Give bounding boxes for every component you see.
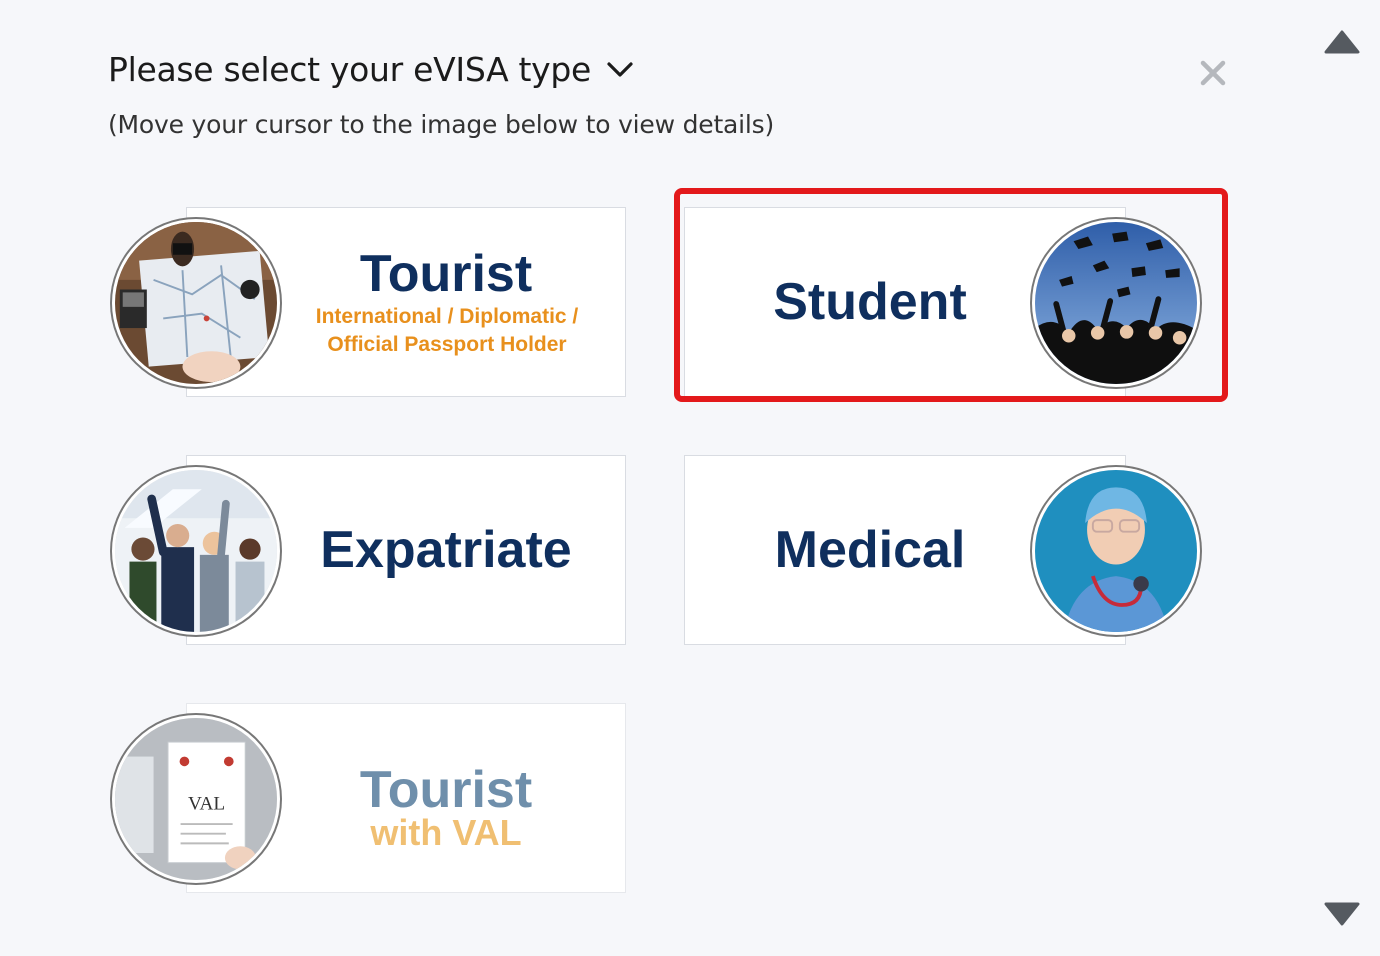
tourist-map-image[interactable] [112, 219, 280, 387]
visa-card-medical-label: Medical [774, 521, 966, 579]
close-icon[interactable] [1196, 56, 1230, 90]
medical-doctor-image[interactable] [1032, 467, 1200, 635]
evisa-type-modal: Please select your eVISA type (Move your… [0, 0, 1310, 956]
val-document-image[interactable]: VAL [112, 715, 280, 883]
chevron-down-icon[interactable] [603, 53, 637, 87]
visa-card-tourist-val-label: Tourist [359, 761, 533, 819]
visa-card-tourist-sublabel: International / Diplomatic / Official Pa… [315, 305, 579, 356]
modal-title[interactable]: Please select your eVISA type [108, 50, 637, 89]
student-graduation-image[interactable] [1032, 219, 1200, 387]
visa-card-tourist-val-sublabel: with VAL [370, 812, 522, 853]
modal-subtitle: (Move your cursor to the image below to … [108, 110, 775, 139]
modal-title-text: Please select your eVISA type [108, 50, 592, 89]
triangle-down-icon[interactable] [1322, 898, 1362, 928]
val-document-text: VAL [188, 794, 225, 815]
expatriate-team-image[interactable] [112, 467, 280, 635]
visa-card-tourist-label: Tourist [359, 245, 533, 303]
visa-card-expatriate-label: Expatriate [320, 521, 572, 579]
triangle-up-icon[interactable] [1322, 26, 1362, 56]
visa-card-student-label: Student [773, 273, 967, 331]
